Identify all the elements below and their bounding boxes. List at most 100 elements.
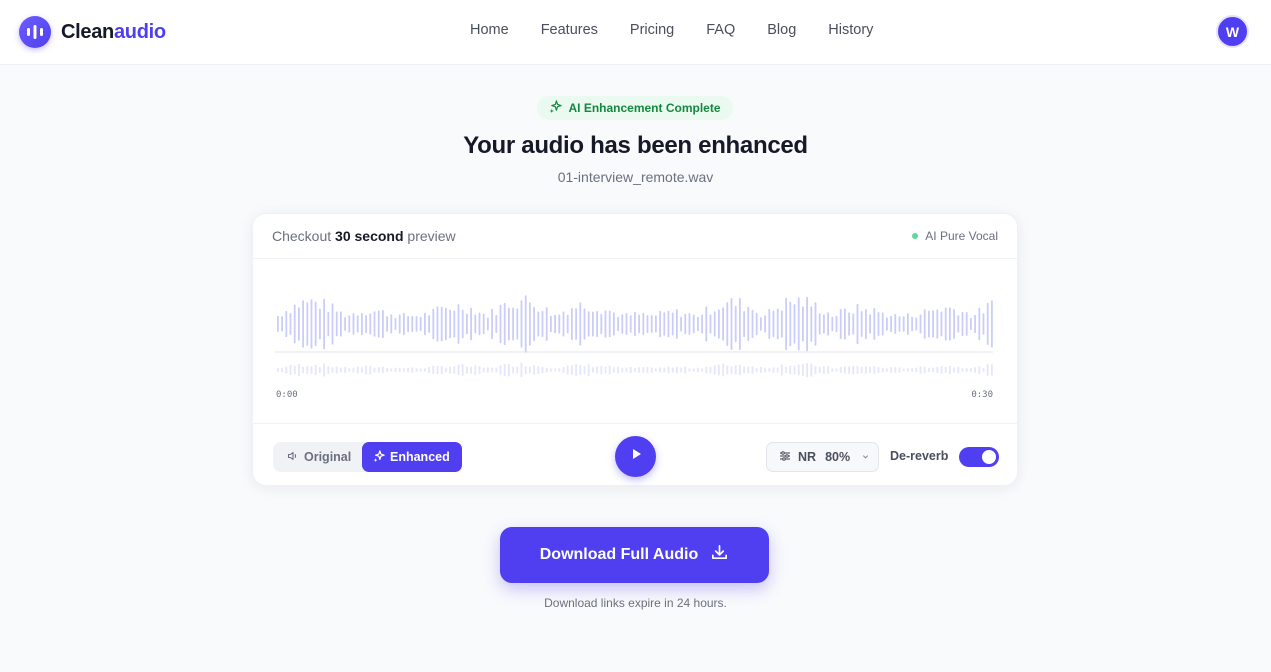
brand-name-part1: Clean: [61, 20, 114, 43]
original-wave-bar: [419, 368, 422, 372]
preview-card-header: Checkout 30 second preview AI Pure Vocal: [253, 214, 1017, 259]
nav-link-history[interactable]: History: [828, 22, 873, 38]
enhanced-wave-bar: [722, 307, 724, 341]
original-wave-bar: [676, 366, 678, 374]
original-wave-bar: [390, 368, 393, 372]
nav-link-blog[interactable]: Blog: [767, 22, 796, 38]
enhanced-wave-bar: [524, 295, 527, 353]
enhanced-wave-bar: [835, 315, 838, 333]
enhanced-wave-bar: [566, 314, 569, 334]
enhanced-wave-bar: [919, 314, 922, 334]
enhanced-wave-bar: [302, 300, 304, 348]
original-label: Original: [304, 450, 352, 464]
enhanced-wave-bar: [369, 313, 372, 335]
original-wave-bar: [520, 362, 523, 378]
enhanced-wave-bar: [512, 307, 514, 341]
original-wave-bar: [285, 366, 288, 374]
enhanced-wave-bar: [285, 310, 288, 338]
enhanced-wave-bar: [986, 302, 989, 345]
nav-link-home[interactable]: Home: [470, 22, 509, 38]
nav-link-features[interactable]: Features: [541, 22, 598, 38]
original-wave-bar: [361, 367, 363, 373]
original-wave-bar: [961, 368, 964, 372]
enhanced-wave-bar: [550, 315, 552, 333]
enhanced-wave-bar: [781, 310, 783, 338]
enhanced-wave-bar: [327, 311, 330, 337]
playback-controls: Original Enhanced NR 80% De-reverb: [253, 423, 1017, 487]
original-wave-bar: [474, 365, 477, 375]
original-wave-bar: [936, 367, 939, 373]
status-badge: AI Enhancement Complete: [537, 96, 733, 120]
brand-logo[interactable]: Cleanaudio: [19, 16, 166, 48]
original-wave-bar: [860, 366, 863, 374]
original-wave-bar: [562, 367, 565, 373]
preview-suffix: preview: [407, 228, 456, 244]
enhanced-wave-bar: [386, 316, 388, 332]
original-wave-bar: [365, 365, 367, 375]
nav-link-faq[interactable]: FAQ: [706, 22, 735, 38]
download-button[interactable]: Download Full Audio: [500, 527, 769, 583]
file-name: 01-interview_remote.wav: [557, 169, 714, 185]
original-wave-bar: [583, 366, 586, 375]
enhanced-button[interactable]: Enhanced: [362, 442, 462, 472]
enhanced-wave-bar: [852, 313, 855, 335]
enhanced-wave-bar: [625, 313, 628, 335]
nr-value: 80%: [825, 450, 851, 464]
original-wave-bar: [499, 365, 502, 375]
original-wave-bar: [915, 367, 918, 372]
enhanced-wave-bar: [277, 315, 279, 332]
play-button[interactable]: [615, 436, 656, 477]
top-nav-bar: Cleanaudio Home Features Pricing FAQ Blo…: [0, 0, 1271, 65]
original-wave-bar: [398, 367, 401, 373]
original-wave-bar: [403, 368, 405, 372]
enhanced-wave-bar: [293, 304, 296, 344]
enhanced-wave-bar: [785, 297, 787, 351]
original-button[interactable]: Original: [276, 442, 362, 472]
original-wave-bar: [814, 366, 817, 374]
audio-preview-card: Checkout 30 second preview AI Pure Vocal…: [252, 213, 1018, 486]
original-wave-bar: [877, 367, 880, 373]
enhanced-wave-bar: [684, 313, 687, 335]
noise-reduction-select[interactable]: NR 80%: [766, 442, 879, 472]
dereverb-toggle[interactable]: [959, 447, 999, 467]
enhanced-wave-bar: [411, 315, 414, 333]
enhanced-wave-bar: [453, 310, 456, 338]
original-wave-bar: [650, 367, 653, 373]
original-wave-bar: [495, 367, 498, 373]
original-wave-bar: [411, 367, 414, 373]
original-wave-bar: [327, 366, 330, 374]
original-wave-bar: [377, 367, 380, 373]
enhanced-wave-bar: [676, 309, 678, 339]
enhanced-wave-bar: [466, 313, 468, 335]
original-wave-bar: [907, 368, 909, 372]
original-wave-bar: [466, 366, 468, 374]
enhanced-wave-bar: [503, 302, 506, 346]
enhanced-wave-bar: [923, 309, 926, 339]
original-wave-bar: [919, 366, 922, 374]
sliders-icon: [779, 450, 791, 465]
original-wave-bar: [436, 365, 439, 375]
enhanced-wave-bar: [436, 306, 439, 342]
enhanced-wave-bar: [340, 311, 342, 337]
original-wave-bar: [596, 366, 598, 374]
original-wave-bar: [684, 366, 687, 374]
waveform[interactable]: [275, 276, 997, 384]
enhanced-wave-bar: [621, 314, 624, 334]
original-wave-bar: [970, 368, 972, 372]
enhanced-wave-bar: [461, 309, 464, 339]
original-wave-bar: [524, 366, 527, 374]
original-wave-bar: [579, 365, 582, 376]
play-icon: [629, 447, 643, 466]
enhanced-wave-bar: [613, 312, 615, 336]
enhanced-wave-bar: [554, 314, 556, 334]
enhanced-wave-bar: [936, 309, 939, 339]
enhanced-wave-bar: [428, 315, 430, 333]
original-wave-bar: [487, 367, 489, 373]
enhanced-wave-bar: [499, 304, 502, 344]
preview-prefix: Checkout: [272, 228, 332, 244]
original-wave-bar: [705, 366, 708, 374]
user-avatar[interactable]: W: [1216, 15, 1249, 48]
nav-link-pricing[interactable]: Pricing: [630, 22, 674, 38]
original-wave-bar: [659, 367, 661, 373]
original-wave-bar: [957, 366, 960, 374]
